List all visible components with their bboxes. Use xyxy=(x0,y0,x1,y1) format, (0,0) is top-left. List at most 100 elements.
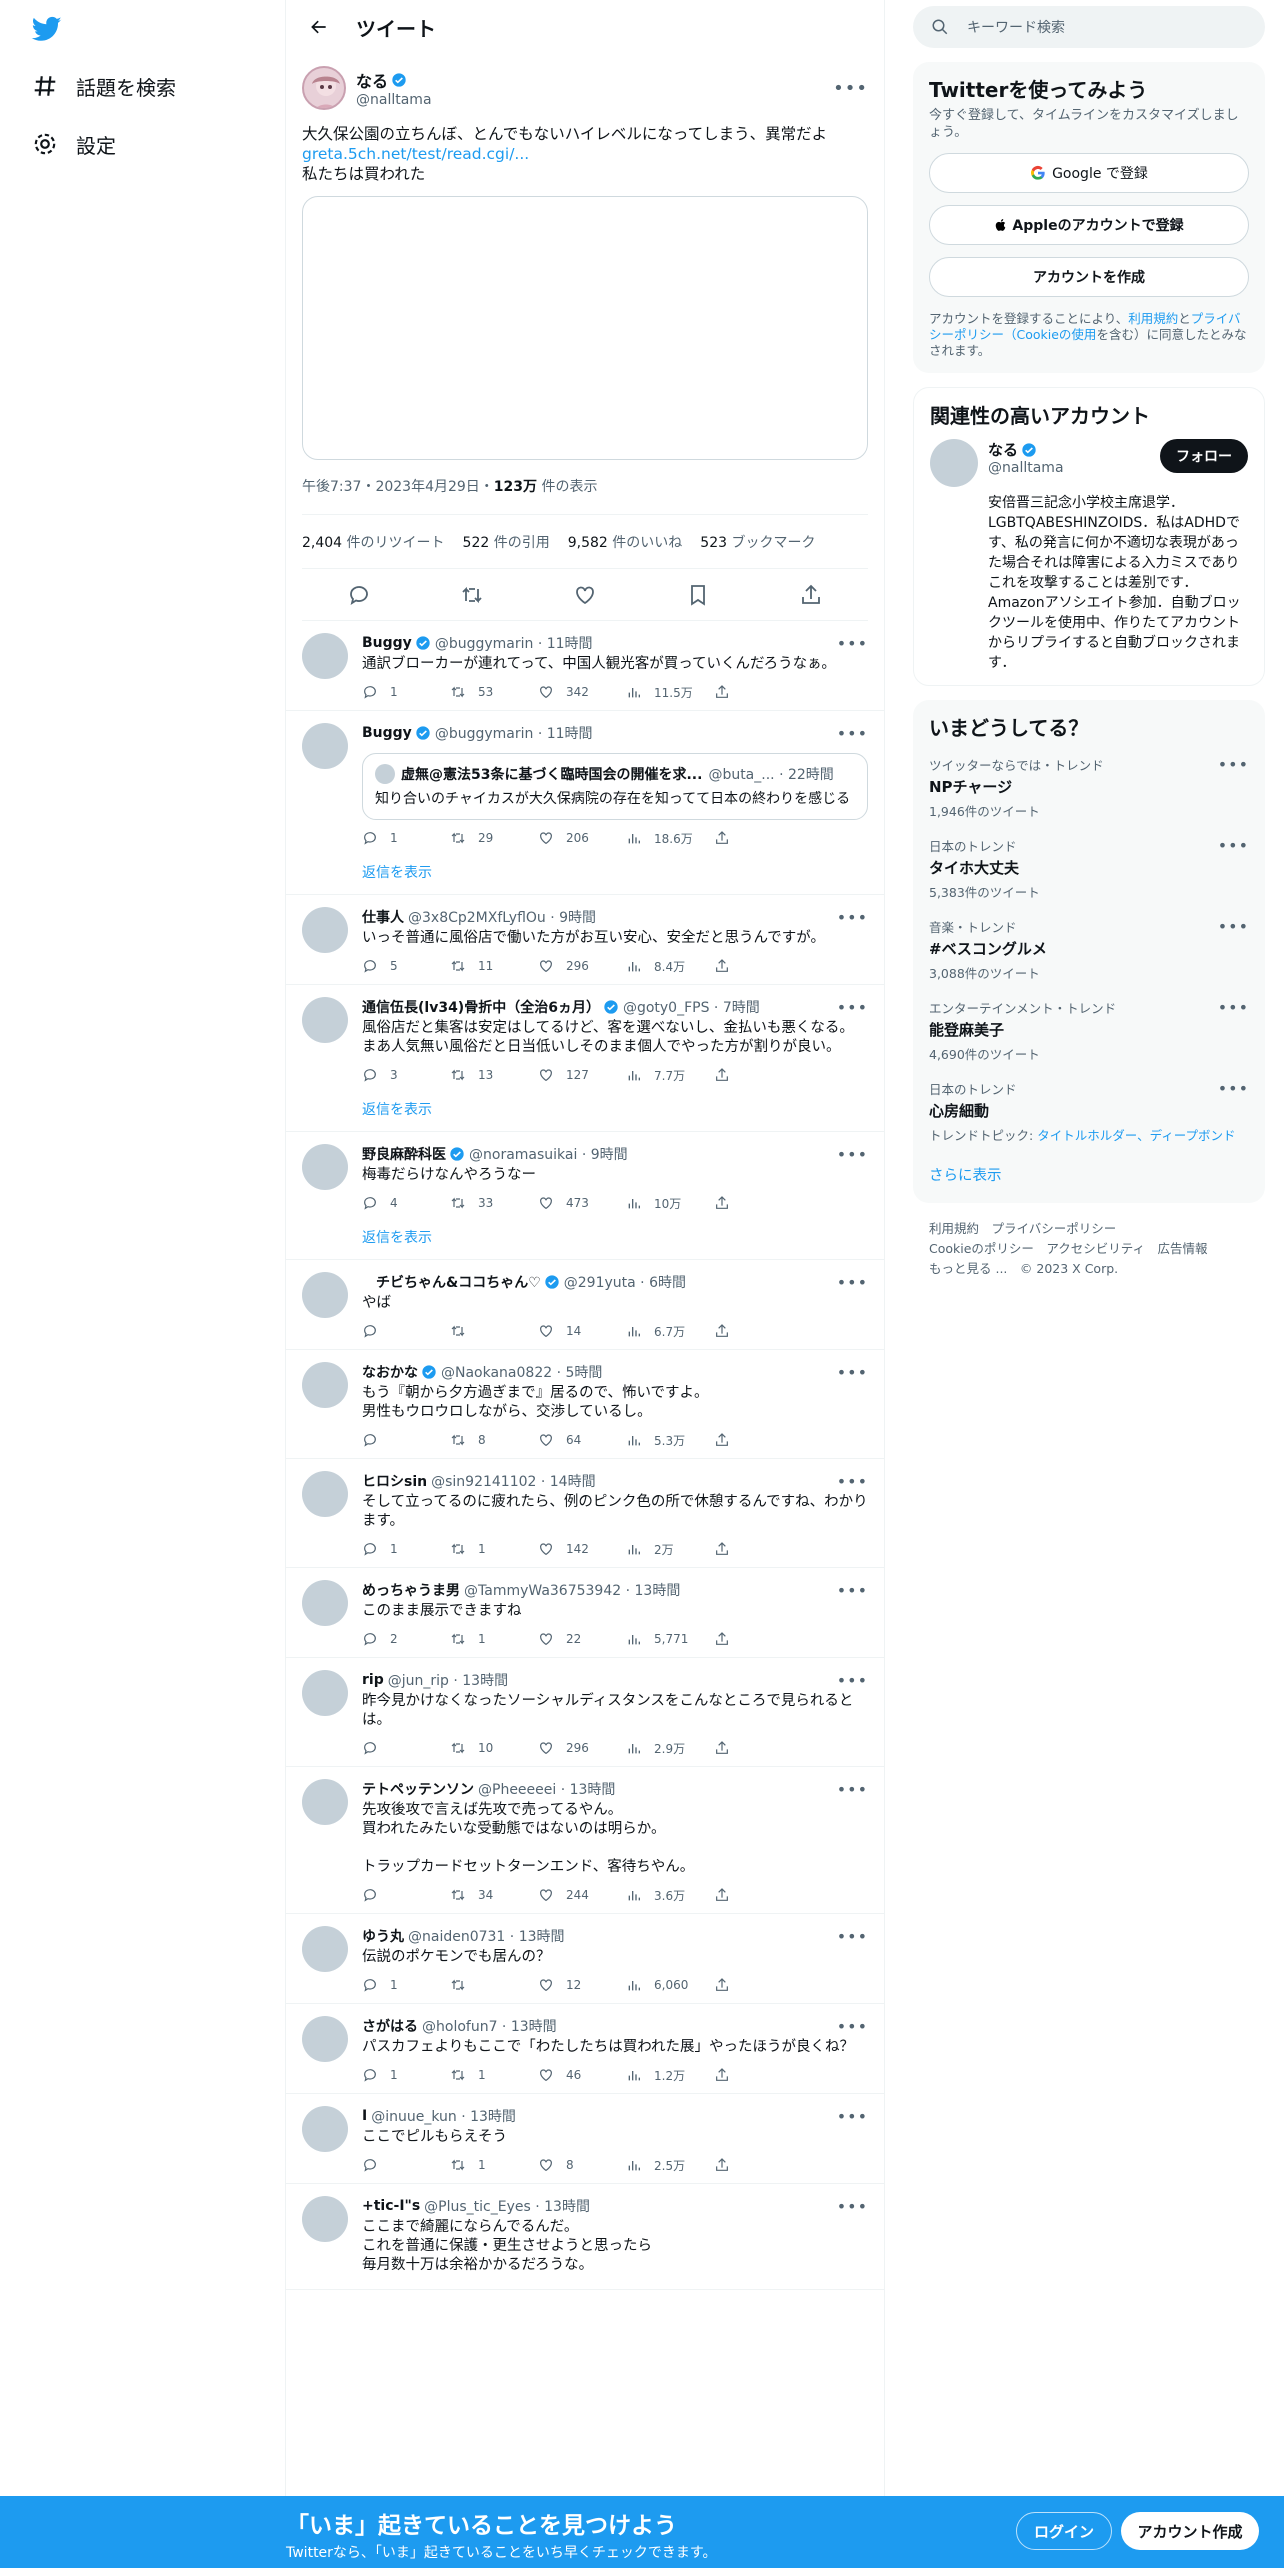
avatar[interactable] xyxy=(302,1362,348,1408)
retweet-button[interactable]: 13 xyxy=(450,1067,538,1083)
show-replies-link[interactable]: 返信を表示 xyxy=(362,856,868,894)
avatar[interactable] xyxy=(302,1272,348,1318)
retweet-button[interactable]: 1 xyxy=(450,2157,538,2173)
retweet-button[interactable]: 11 xyxy=(450,958,538,974)
more-options-icon[interactable]: ••• xyxy=(837,2107,868,2126)
reply-author-name[interactable]: めっちゃうま男 xyxy=(362,1580,460,1600)
reply-author-name[interactable]: I xyxy=(362,2108,367,2124)
trend-item[interactable]: 日本のトレンド タイホ大丈夫 5,383件のツイート ••• xyxy=(929,826,1249,907)
related-account[interactable]: なる @nalltama フォロー xyxy=(930,439,1248,487)
avatar[interactable] xyxy=(930,439,978,487)
reply-button[interactable] xyxy=(362,1740,450,1756)
like-button[interactable]: 296 xyxy=(538,1740,626,1756)
views-button[interactable]: 2.9万 xyxy=(626,1740,714,1757)
like-button[interactable]: 12 xyxy=(538,1977,626,1993)
more-options-icon[interactable]: ••• xyxy=(837,998,868,1017)
share-button[interactable] xyxy=(714,1541,742,1557)
apple-signup-button[interactable]: Appleのアカウントで登録 xyxy=(929,205,1249,245)
share-button[interactable] xyxy=(714,1067,742,1083)
retweet-button[interactable]: 10 xyxy=(450,1740,538,1756)
reply-author-name[interactable]: ゆう丸 xyxy=(362,1926,404,1946)
reply-tweet[interactable]: さがはる @holofun7 · 13時間 ••• パスカフェよりもここで「わたしたち… xyxy=(286,2004,884,2094)
like-icon[interactable] xyxy=(573,583,597,607)
reply-handle[interactable]: @inuue_kun · 13時間 xyxy=(371,2106,516,2126)
reply-button[interactable] xyxy=(362,2157,450,2173)
like-button[interactable]: 127 xyxy=(538,1067,626,1083)
more-options-icon[interactable]: ••• xyxy=(837,2197,868,2216)
avatar[interactable] xyxy=(302,633,348,679)
views-button[interactable]: 1.2万 xyxy=(626,2067,714,2084)
google-signup-button[interactable]: Google で登録 xyxy=(929,153,1249,193)
views-button[interactable]: 6.7万 xyxy=(626,1323,714,1340)
share-button[interactable] xyxy=(714,2067,742,2083)
share-button[interactable] xyxy=(714,1323,742,1339)
retweet-button[interactable]: 1 xyxy=(450,1541,538,1557)
reply-author-name[interactable]: Buggy xyxy=(362,635,412,651)
like-button[interactable]: 8 xyxy=(538,2157,626,2173)
reply-author-name[interactable]: さがはる xyxy=(362,2016,418,2036)
bookmarks-stat[interactable]: 523 ブックマーク xyxy=(700,532,815,552)
avatar[interactable] xyxy=(302,2196,348,2242)
show-replies-link[interactable]: 返信を表示 xyxy=(362,1221,868,1259)
views-button[interactable]: 5,771 xyxy=(626,1631,714,1647)
bookmark-icon[interactable] xyxy=(686,583,710,607)
reply-button[interactable]: 1 xyxy=(362,684,450,700)
twitter-logo-icon[interactable] xyxy=(30,14,64,44)
share-button[interactable] xyxy=(714,1887,742,1903)
views-button[interactable]: 10万 xyxy=(626,1195,714,1212)
reply-tweet[interactable]: めっちゃうま男 @TammyWa36753942 · 13時間 ••• このまま展示で… xyxy=(286,1568,884,1658)
like-button[interactable]: 46 xyxy=(538,2067,626,2083)
reply-button[interactable]: 1 xyxy=(362,830,450,846)
reply-author-name[interactable]: +tic-I"s xyxy=(362,2198,420,2214)
more-options-icon[interactable]: ••• xyxy=(837,1363,868,1382)
retweets-stat[interactable]: 2,404 件のリツイート xyxy=(302,532,445,552)
retweet-button[interactable] xyxy=(450,1323,538,1339)
avatar[interactable] xyxy=(302,1670,348,1716)
reply-handle[interactable]: @291yuta · 6時間 xyxy=(564,1272,686,1292)
share-button[interactable] xyxy=(714,1977,742,1993)
avatar[interactable] xyxy=(302,2016,348,2062)
reply-tweet[interactable]: 仕事人 @3x8Cp2MXfLyflOu · 9時間 ••• いっそ普通に風俗店で働い… xyxy=(286,895,884,985)
share-button[interactable] xyxy=(714,1432,742,1448)
share-icon[interactable] xyxy=(799,583,823,607)
reply-handle[interactable]: @buggymarin · 11時間 xyxy=(435,723,593,743)
share-button[interactable] xyxy=(714,1631,742,1647)
show-replies-link[interactable]: 返信を表示 xyxy=(362,1093,868,1131)
reply-button[interactable]: 4 xyxy=(362,1195,450,1211)
trend-item[interactable]: 音楽・トレンド #ベスコングルメ 3,088件のツイート ••• xyxy=(929,907,1249,988)
retweet-button[interactable]: 1 xyxy=(450,2067,538,2083)
trend-item[interactable]: ツイッターならでは・トレンド NPチャージ 1,946件のツイート ••• xyxy=(929,745,1249,826)
terms-link[interactable]: 利用規約 xyxy=(1128,311,1178,326)
avatar[interactable] xyxy=(302,1144,348,1190)
like-button[interactable]: 22 xyxy=(538,1631,626,1647)
share-button[interactable] xyxy=(714,684,742,700)
reply-tweet[interactable]: I @inuue_kun · 13時間 ••• ここでピルもらえそう 1 8 2.5万 xyxy=(286,2094,884,2184)
back-arrow-icon[interactable] xyxy=(302,10,336,44)
like-button[interactable]: 142 xyxy=(538,1541,626,1557)
like-button[interactable]: 64 xyxy=(538,1432,626,1448)
author-handle[interactable]: @nalltama xyxy=(356,92,432,108)
more-options-icon[interactable]: ••• xyxy=(837,1581,868,1600)
reply-tweet[interactable]: ゆう丸 @naiden0731 · 13時間 ••• 伝説のポケモンでも居んの？ 1 12… xyxy=(286,1914,884,2004)
reply-handle[interactable]: @TammyWa36753942 · 13時間 xyxy=(464,1580,680,1600)
views-button[interactable]: 11.5万 xyxy=(626,684,714,701)
reply-tweet[interactable]: 通信伍長(lv34)骨折中（全治6ヵ月） @goty0_FPS · 7時間 ••• 風… xyxy=(286,985,884,1132)
trend-item[interactable]: エンターテインメント・トレンド 能登麻美子 4,690件のツイート ••• xyxy=(929,988,1249,1069)
login-button[interactable]: ログイン xyxy=(1016,2512,1112,2550)
avatar[interactable] xyxy=(302,1580,348,1626)
like-button[interactable]: 296 xyxy=(538,958,626,974)
reply-author-name[interactable]: Buggy xyxy=(362,725,412,741)
reply-button[interactable] xyxy=(362,1323,450,1339)
show-more-link[interactable]: さらに表示 xyxy=(929,1150,1249,1191)
retweet-button[interactable] xyxy=(450,1977,538,1993)
follow-button[interactable]: フォロー xyxy=(1160,439,1248,473)
views-button[interactable]: 8.4万 xyxy=(626,958,714,975)
reply-tweet[interactable]: なおかな @Naokana0822 · 5時間 ••• もう『朝から夕方過ぎまで』居る… xyxy=(286,1350,884,1459)
reply-handle[interactable]: @goty0_FPS · 7時間 xyxy=(623,997,760,1017)
avatar[interactable] xyxy=(302,66,346,110)
more-options-icon[interactable]: ••• xyxy=(1218,755,1249,774)
reply-button[interactable] xyxy=(362,1887,450,1903)
footer-line-2[interactable]: Cookieのポリシー アクセシビリティ 広告情報 xyxy=(929,1239,1249,1259)
reply-handle[interactable]: @jun_rip · 13時間 xyxy=(388,1670,508,1690)
reply-button[interactable]: 2 xyxy=(362,1631,450,1647)
